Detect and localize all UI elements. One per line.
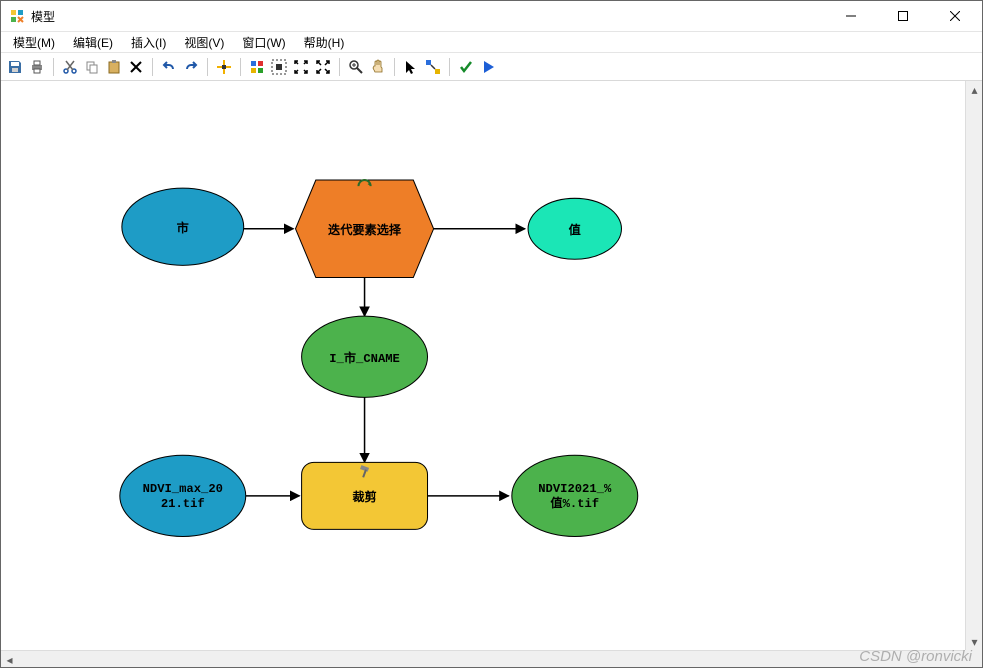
validate-icon[interactable]: [456, 57, 476, 77]
add-icon[interactable]: [214, 57, 234, 77]
node-input-city[interactable]: 市: [122, 188, 244, 265]
zoom-full-icon[interactable]: [291, 57, 311, 77]
horizontal-scrollbar[interactable]: ◂ ▸: [1, 650, 965, 667]
node-ndvi-out-label1: NDVI2021_%: [538, 482, 612, 496]
toolbar: [1, 53, 982, 81]
node-value-label: 值: [569, 222, 581, 238]
title-bar: 模型: [1, 1, 982, 31]
node-iterator-label: 迭代要素选择: [328, 222, 402, 238]
zoom-in-icon[interactable]: [346, 57, 366, 77]
menu-insert[interactable]: 插入(I): [123, 32, 174, 53]
scroll-down-icon[interactable]: ▾: [966, 633, 982, 650]
node-ndvi-in[interactable]: NDVI_max_20 21.tif: [120, 455, 246, 536]
node-value[interactable]: 值: [528, 198, 621, 259]
minimize-button[interactable]: [828, 1, 874, 31]
node-iterator[interactable]: 迭代要素选择: [296, 180, 434, 277]
node-input-city-label: 市: [177, 220, 189, 236]
menu-help[interactable]: 帮助(H): [296, 32, 353, 53]
node-cname[interactable]: I_市_CNAME: [302, 316, 428, 397]
copy-icon[interactable]: [82, 57, 102, 77]
select-icon[interactable]: [401, 57, 421, 77]
node-cname-label: I_市_CNAME: [329, 350, 400, 366]
extent-icon[interactable]: [269, 57, 289, 77]
maximize-button[interactable]: [880, 1, 926, 31]
menu-edit[interactable]: 编辑(E): [65, 32, 121, 53]
save-icon[interactable]: [5, 57, 25, 77]
pan-icon[interactable]: [368, 57, 388, 77]
menu-bar: 模型(M) 编辑(E) 插入(I) 视图(V) 窗口(W) 帮助(H): [1, 31, 982, 53]
grid-icon[interactable]: [247, 57, 267, 77]
paste-icon[interactable]: [104, 57, 124, 77]
window-title: 模型: [31, 8, 55, 25]
redo-icon[interactable]: [181, 57, 201, 77]
scroll-left-icon[interactable]: ◂: [1, 651, 18, 667]
menu-view[interactable]: 视图(V): [176, 32, 232, 53]
menu-window[interactable]: 窗口(W): [234, 32, 293, 53]
node-ndvi-in-label1: NDVI_max_20: [143, 482, 223, 496]
node-ndvi-out-label2: 值%.tif: [550, 495, 599, 511]
undo-icon[interactable]: [159, 57, 179, 77]
model-canvas[interactable]: 市 迭代要素选择 值 I_市_CNAME NDVI_max_20 21.tif: [1, 81, 982, 667]
app-icon: [9, 8, 25, 24]
run-icon[interactable]: [478, 57, 498, 77]
node-ndvi-in-label2: 21.tif: [161, 497, 205, 511]
connect-icon[interactable]: [423, 57, 443, 77]
delete-icon[interactable]: [126, 57, 146, 77]
node-clip[interactable]: 裁剪: [302, 462, 428, 529]
vertical-scrollbar[interactable]: ▴ ▾: [965, 81, 982, 650]
scroll-corner: [965, 650, 982, 667]
close-button[interactable]: [932, 1, 978, 31]
node-clip-label: 裁剪: [352, 489, 376, 505]
print-icon[interactable]: [27, 57, 47, 77]
zoom-actual-icon[interactable]: [313, 57, 333, 77]
scroll-up-icon[interactable]: ▴: [966, 81, 982, 98]
cut-icon[interactable]: [60, 57, 80, 77]
menu-model[interactable]: 模型(M): [5, 32, 63, 53]
node-ndvi-out[interactable]: NDVI2021_% 值%.tif: [512, 455, 638, 536]
